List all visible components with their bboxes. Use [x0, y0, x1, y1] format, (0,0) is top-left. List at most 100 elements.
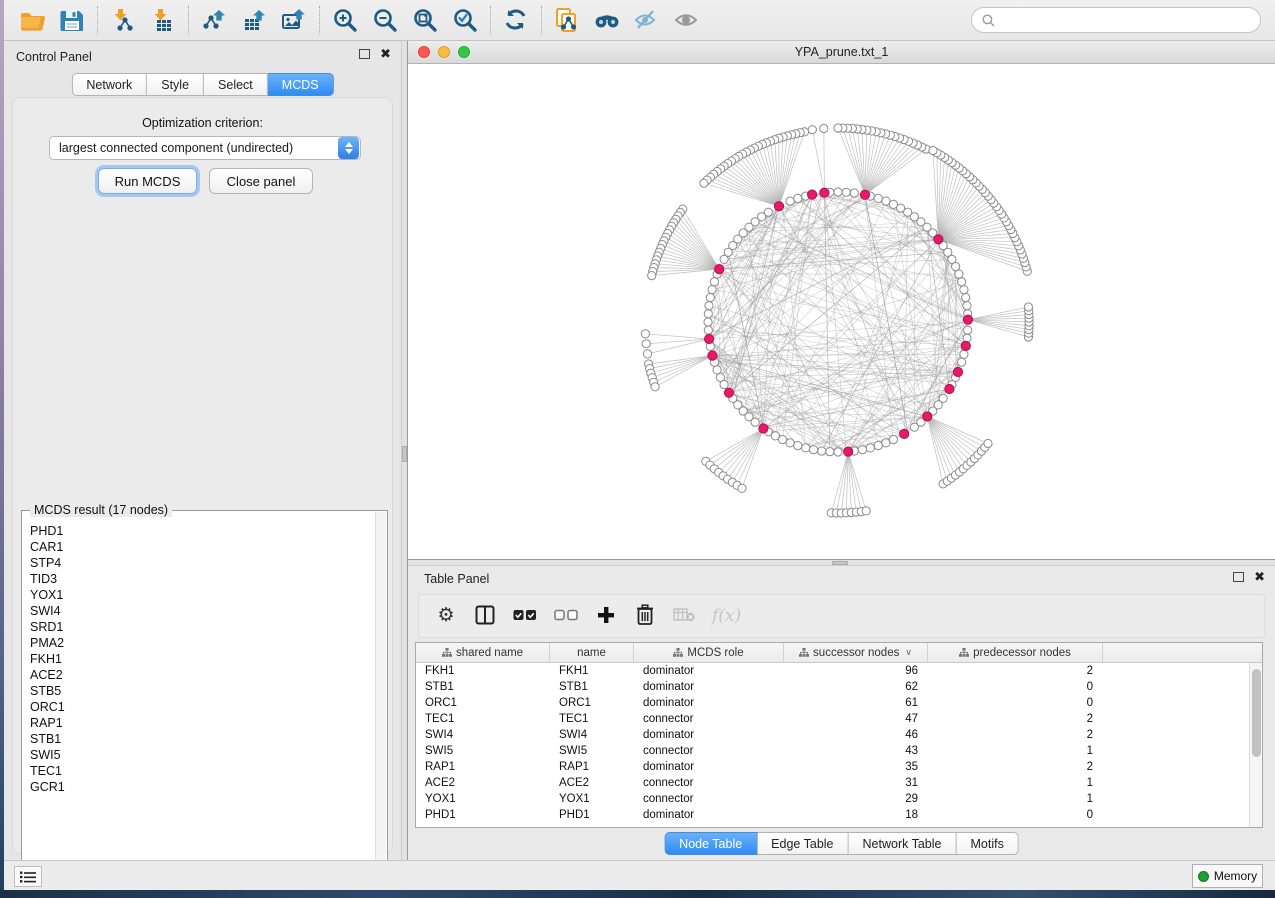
mcds-result-item[interactable]: STB5 — [30, 683, 375, 699]
column-header-successor-nodes[interactable]: successor nodes∨ — [784, 643, 928, 662]
network-node[interactable] — [704, 326, 712, 334]
close-panel-icon[interactable]: ✖ — [380, 49, 391, 59]
zoom-fit-button[interactable] — [405, 3, 445, 37]
mcds-hub-node[interactable] — [945, 384, 954, 393]
network-node[interactable] — [826, 448, 834, 456]
mcds-result-item[interactable]: TEC1 — [30, 763, 375, 779]
export-image-button[interactable] — [274, 3, 314, 37]
find-button[interactable] — [587, 3, 627, 37]
network-node[interactable] — [705, 302, 713, 310]
mcds-hub-node[interactable] — [844, 447, 853, 456]
network-node[interactable] — [779, 436, 787, 444]
mcds-hub-node[interactable] — [774, 202, 783, 211]
table-row[interactable]: SWI4SWI4dominator462 — [416, 727, 1262, 743]
mcds-result-item[interactable]: YOX1 — [30, 587, 375, 603]
network-node[interactable] — [786, 439, 794, 447]
network-node[interactable] — [834, 448, 842, 456]
network-node[interactable] — [820, 124, 828, 132]
tab-mcds[interactable]: MCDS — [268, 73, 334, 96]
mcds-result-item[interactable]: STB1 — [30, 731, 375, 747]
table-row[interactable]: RAP1RAP1dominator352 — [416, 759, 1262, 775]
network-canvas[interactable] — [408, 64, 1273, 558]
vertical-splitter-grip[interactable] — [402, 446, 407, 462]
horizontal-splitter-grip[interactable] — [832, 561, 848, 565]
open-file-button[interactable] — [12, 3, 52, 37]
mcds-hub-node[interactable] — [759, 424, 768, 433]
network-node[interactable] — [834, 124, 842, 132]
node-table-scrollbar[interactable] — [1249, 663, 1262, 827]
network-node[interactable] — [960, 350, 968, 358]
table-row[interactable]: FKH1FKH1dominator962 — [416, 663, 1262, 679]
table-row[interactable]: ACE2ACE2connector311 — [416, 775, 1262, 791]
network-node[interactable] — [713, 366, 721, 374]
memory-button[interactable]: Memory — [1192, 864, 1263, 888]
tab-select[interactable]: Select — [204, 73, 268, 96]
network-node[interactable] — [648, 272, 656, 280]
network-node[interactable] — [642, 340, 650, 348]
run-mcds-button[interactable]: Run MCDS — [98, 168, 197, 194]
network-node[interactable] — [710, 278, 718, 286]
mcds-result-item[interactable]: FKH1 — [30, 651, 375, 667]
mcds-result-scrollbar[interactable] — [375, 512, 386, 877]
search-input[interactable] — [1001, 13, 1250, 27]
zoom-in-button[interactable] — [325, 3, 365, 37]
column-header-MCDS-role[interactable]: MCDS role — [634, 643, 784, 662]
network-node[interactable] — [964, 326, 972, 334]
delete-row-button[interactable] — [634, 604, 656, 628]
network-node[interactable] — [641, 330, 649, 338]
mcds-hub-node[interactable] — [961, 341, 970, 350]
mcds-result-item[interactable]: SRD1 — [30, 619, 375, 635]
table-row[interactable]: ORC1ORC1dominator610 — [416, 695, 1262, 711]
import-network-button[interactable] — [103, 3, 143, 37]
network-node[interactable] — [644, 350, 652, 358]
duplicate-network-button[interactable] — [547, 3, 587, 37]
network-view-titlebar[interactable]: YPA_prune.txt_1 — [408, 41, 1275, 64]
network-node[interactable] — [700, 179, 708, 187]
horizontal-splitter[interactable] — [408, 559, 1275, 566]
tab-motifs[interactable]: Motifs — [956, 832, 1018, 855]
tab-network-table[interactable]: Network Table — [849, 832, 957, 855]
network-node[interactable] — [794, 442, 802, 450]
mcds-result-item[interactable]: ORC1 — [30, 699, 375, 715]
network-node[interactable] — [858, 446, 866, 454]
network-node[interactable] — [866, 444, 874, 452]
refresh-button[interactable] — [496, 3, 536, 37]
import-table-button[interactable] — [143, 3, 183, 37]
table-row[interactable]: PHD1PHD1dominator180 — [416, 807, 1262, 823]
select-all-button[interactable] — [513, 604, 537, 628]
mcds-result-item[interactable]: PHD1 — [30, 523, 375, 539]
network-node[interactable] — [958, 278, 966, 286]
node-table[interactable]: shared namenameMCDS rolesuccessor nodes∨… — [415, 642, 1263, 828]
mcds-hub-node[interactable] — [715, 265, 724, 274]
network-node[interactable] — [786, 197, 794, 205]
zoom-selected-button[interactable] — [445, 3, 485, 37]
network-node[interactable] — [882, 197, 890, 205]
network-node[interactable] — [963, 302, 971, 310]
table-row[interactable]: TEC1TEC1connector472 — [416, 711, 1262, 727]
mcds-hub-node[interactable] — [963, 315, 972, 324]
vertical-splitter[interactable] — [401, 41, 408, 860]
mcds-hub-node[interactable] — [808, 190, 817, 199]
float-panel-icon[interactable] — [359, 49, 370, 59]
mcds-result-item[interactable]: STP4 — [30, 555, 375, 571]
network-node[interactable] — [1024, 303, 1032, 311]
network-node[interactable] — [834, 188, 842, 196]
node-table-body[interactable]: FKH1FKH1dominator962STB1STB1dominator620… — [416, 663, 1262, 823]
mcds-hub-node[interactable] — [708, 351, 717, 360]
network-node[interactable] — [939, 394, 947, 402]
network-node[interactable] — [889, 200, 897, 208]
network-node[interactable] — [962, 294, 970, 302]
deselect-all-button[interactable] — [554, 604, 578, 628]
network-node[interactable] — [738, 484, 746, 492]
network-node[interactable] — [802, 444, 810, 452]
mcds-result-item[interactable]: SWI4 — [30, 603, 375, 619]
export-network-button[interactable] — [194, 3, 234, 37]
column-header-shared-name[interactable]: shared name — [416, 643, 550, 662]
network-node[interactable] — [874, 194, 882, 202]
network-node[interactable] — [889, 436, 897, 444]
network-node[interactable] — [720, 381, 728, 389]
mcds-hub-node[interactable] — [900, 429, 909, 438]
mcds-hub-node[interactable] — [820, 188, 829, 197]
network-node[interactable] — [850, 189, 858, 197]
network-node[interactable] — [720, 255, 728, 263]
